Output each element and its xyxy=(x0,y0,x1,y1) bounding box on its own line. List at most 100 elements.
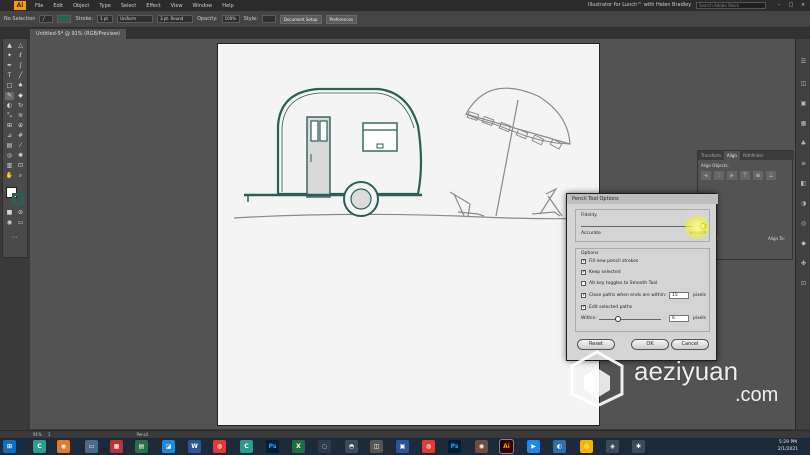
screen-mode-icon[interactable]: ▭ xyxy=(16,219,25,227)
menu-view[interactable]: View xyxy=(166,3,188,9)
close-paths-checkbox[interactable] xyxy=(581,292,586,298)
fill-strokes-checkbox[interactable] xyxy=(581,258,586,264)
cancel-button[interactable]: Cancel xyxy=(671,339,709,350)
app-icon[interactable]: ◌ xyxy=(318,440,331,453)
align-top-icon[interactable]: ⊤ xyxy=(740,171,750,180)
type-tool-icon[interactable]: T xyxy=(5,72,14,80)
app-icon[interactable]: ▭ xyxy=(85,440,98,453)
artboard-tool-icon[interactable]: ⊡ xyxy=(16,162,25,170)
align-bottom-icon[interactable]: ⊥ xyxy=(766,171,776,180)
app-icon[interactable]: C xyxy=(33,440,46,453)
zoom-level[interactable]: 91% xyxy=(33,432,42,437)
app-icon[interactable]: ◪ xyxy=(162,440,175,453)
free-transform-tool-icon[interactable]: ⊞ xyxy=(5,122,14,130)
lasso-tool-icon[interactable]: ℓ xyxy=(16,52,25,60)
hand-tool-icon[interactable]: ✋ xyxy=(5,172,14,180)
brush-definition[interactable]: 3 pt. Round xyxy=(157,15,194,23)
tab-pathfinder[interactable]: Pathfinder xyxy=(740,151,767,160)
word-icon[interactable]: W xyxy=(188,440,201,453)
app-icon[interactable]: ◍ xyxy=(213,440,226,453)
stroke-panel-icon[interactable]: ≡ xyxy=(799,159,808,168)
within-input[interactable]: 6 xyxy=(669,315,689,322)
layers-panel-icon[interactable]: ◫ xyxy=(799,79,808,88)
menu-help[interactable]: Help xyxy=(217,3,238,9)
pen-tool-icon[interactable]: ✒ xyxy=(5,62,14,70)
app-icon[interactable]: ◫ xyxy=(370,440,383,453)
width-tool-icon[interactable]: ≋ xyxy=(16,112,25,120)
illustrator-icon[interactable]: Ai xyxy=(499,439,514,454)
menu-edit[interactable]: Edit xyxy=(48,3,68,9)
draw-mode-icon[interactable]: ◉ xyxy=(5,219,14,227)
ok-button[interactable]: OK xyxy=(631,339,669,350)
appearance-panel-icon[interactable]: ◎ xyxy=(799,219,808,228)
opacity-field[interactable]: 100% xyxy=(221,15,240,23)
minimize-icon[interactable]: – xyxy=(774,1,784,9)
direct-selection-tool-icon[interactable]: △ xyxy=(16,42,25,50)
rectangle-tool-icon[interactable]: □ xyxy=(5,82,14,90)
properties-panel-icon[interactable]: ☰ xyxy=(799,57,808,66)
libraries-panel-icon[interactable]: ▣ xyxy=(799,99,808,108)
eraser-tool-icon[interactable]: ◐ xyxy=(5,102,14,110)
menu-effect[interactable]: Effect xyxy=(141,3,165,9)
more-tools-icon[interactable]: ⋯ xyxy=(10,234,19,242)
gradient-tool-icon[interactable]: ▤ xyxy=(5,142,14,150)
fill-swatch[interactable]: ╱ xyxy=(39,15,54,23)
align-hcenter-icon[interactable]: ⫶ xyxy=(714,171,724,180)
app-icon[interactable]: ◉ xyxy=(57,440,70,453)
shaper-tool-icon[interactable]: ◆ xyxy=(16,92,25,100)
app-icon[interactable]: ◐ xyxy=(553,440,566,453)
app-icon[interactable]: ◉ xyxy=(475,440,488,453)
mesh-tool-icon[interactable]: # xyxy=(16,132,25,140)
app-icon[interactable]: ◈ xyxy=(606,440,619,453)
within-slider-track[interactable] xyxy=(599,319,661,320)
tab-align[interactable]: Align xyxy=(723,151,740,160)
app-icon[interactable]: C xyxy=(240,440,253,453)
within-slider-thumb[interactable] xyxy=(615,316,621,322)
align-left-icon[interactable]: ⫷ xyxy=(701,171,711,180)
app-icon[interactable]: ▤ xyxy=(135,440,148,453)
keep-selected-checkbox[interactable] xyxy=(581,269,586,275)
curvature-tool-icon[interactable]: ∫ xyxy=(16,62,25,70)
photoshop-icon[interactable]: Ps xyxy=(266,440,279,453)
preferences-button[interactable]: Preferences xyxy=(325,14,358,24)
eyedropper-tool-icon[interactable]: ⁄ xyxy=(16,142,25,150)
menu-window[interactable]: Window xyxy=(188,3,218,9)
start-icon[interactable]: ⊞ xyxy=(3,440,16,453)
edit-paths-checkbox[interactable] xyxy=(581,304,586,310)
reset-button[interactable]: Reset xyxy=(577,339,615,350)
swatches-panel-icon[interactable]: ▦ xyxy=(799,119,808,128)
artboard-number[interactable]: 1 xyxy=(48,432,51,437)
paintbrush-tool-icon[interactable]: ♠ xyxy=(16,82,25,90)
app-icon[interactable]: ✱ xyxy=(632,440,645,453)
align-right-icon[interactable]: ⫸ xyxy=(727,171,737,180)
scale-tool-icon[interactable]: ⤡ xyxy=(5,112,14,120)
artboard[interactable] xyxy=(217,43,600,426)
app-icon[interactable]: ▣ xyxy=(396,440,409,453)
graphic-styles-panel-icon[interactable]: ◆ xyxy=(799,239,808,248)
menu-object[interactable]: Object xyxy=(68,3,94,9)
app-icon[interactable]: ▶ xyxy=(527,440,540,453)
symbols-panel-icon[interactable]: ✤ xyxy=(799,259,808,268)
perspective-grid-tool-icon[interactable]: ⊿ xyxy=(5,132,14,140)
app-icon[interactable]: ◍ xyxy=(422,440,435,453)
line-tool-icon[interactable]: ╱ xyxy=(16,72,25,80)
column-graph-tool-icon[interactable]: ▥ xyxy=(5,162,14,170)
stroke-weight-field[interactable]: 1 pt xyxy=(97,15,114,23)
align-vcenter-icon[interactable]: ≡ xyxy=(753,171,763,180)
transparency-panel-icon[interactable]: ◑ xyxy=(799,199,808,208)
stock-search-input[interactable]: Search Adobe Stock xyxy=(696,2,766,9)
zoom-tool-icon[interactable]: ⌕ xyxy=(16,172,25,180)
graphic-style-picker[interactable] xyxy=(261,15,276,23)
symbol-sprayer-tool-icon[interactable]: ✺ xyxy=(16,152,25,160)
pencil-tool-icon[interactable]: ✎ xyxy=(5,92,14,100)
close-icon[interactable]: × xyxy=(798,1,808,9)
menu-type[interactable]: Type xyxy=(94,3,115,9)
artboards-panel-icon[interactable]: ⊡ xyxy=(799,279,808,288)
none-mode-icon[interactable]: ⊘ xyxy=(16,209,25,217)
tab-transform[interactable]: Transform xyxy=(698,151,724,160)
blend-tool-icon[interactable]: ◎ xyxy=(5,152,14,160)
app-icon[interactable]: ▦ xyxy=(110,440,123,453)
photoshop-icon[interactable]: Ps xyxy=(448,440,461,453)
stroke-swatch[interactable] xyxy=(57,15,72,23)
rotate-tool-icon[interactable]: ↻ xyxy=(16,102,25,110)
